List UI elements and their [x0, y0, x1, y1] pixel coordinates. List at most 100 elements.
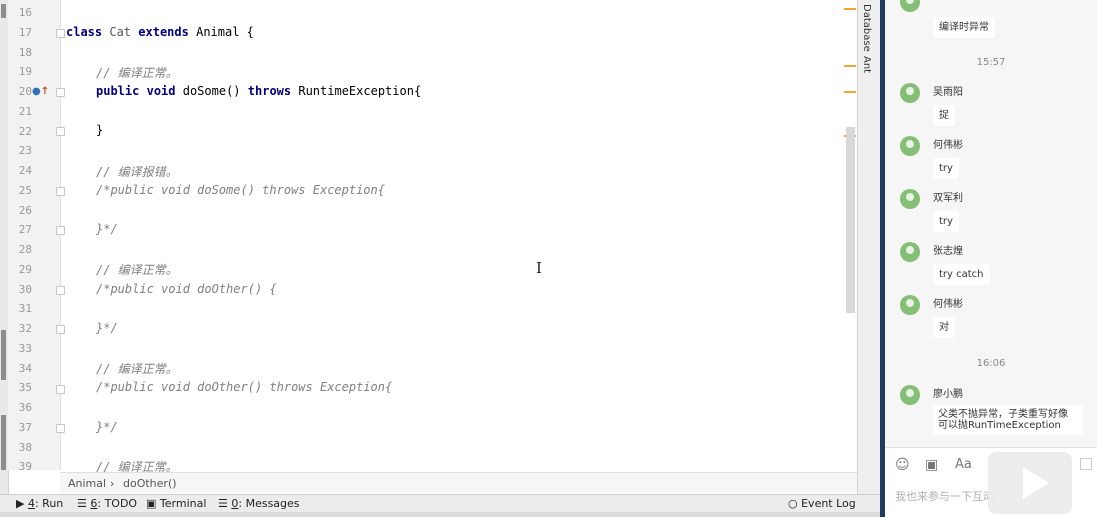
- fold-icon[interactable]: [56, 226, 65, 235]
- chat-bubble-line: 可以抛RunTimeException: [938, 420, 1061, 431]
- chat-bubble: 编译时异常: [933, 17, 995, 38]
- fold-icon[interactable]: [56, 187, 65, 196]
- chat-bubble: 父类不抛异常，子类重写好像 可以抛RunTimeException: [933, 405, 1083, 435]
- chat-bubble: try: [933, 158, 959, 179]
- code-close-brace: }: [96, 123, 104, 137]
- line-number: 24: [18, 164, 32, 177]
- event-log-tab[interactable]: ○ Event Log: [788, 497, 856, 510]
- chat-panel: 编译时异常 15:57 吴雨阳捉何伟彬 try 双军利 try 张志煌 try catch…: [885, 0, 1097, 517]
- terminal-icon: ▣: [146, 497, 157, 510]
- run-shortcut: 4: [27, 497, 35, 510]
- tool-tab-database[interactable]: Database: [861, 4, 872, 52]
- checkbox[interactable]: [1080, 458, 1092, 470]
- messages-label: : Messages: [238, 497, 300, 510]
- todo-tab[interactable]: ☰ 6: TODO: [77, 497, 137, 510]
- line-number: 39: [18, 460, 32, 474]
- right-tool-strip: Database Ant: [857, 0, 881, 494]
- tool-tab-ant[interactable]: Ant: [861, 56, 872, 73]
- play-icon[interactable]: [988, 452, 1072, 514]
- ide-window: 16 17 18 19 20 21 22 23 24 25 26 27 28 29 30 31 32 33 34 35…: [0, 0, 881, 517]
- terminal-label: Terminal: [159, 497, 207, 510]
- line-number: 37: [18, 420, 32, 434]
- text-cursor-icon: I: [536, 259, 542, 277]
- avatar: [900, 189, 920, 209]
- line-number: 34: [18, 361, 32, 375]
- image-icon[interactable]: ▣: [925, 457, 938, 473]
- line-number: 21: [18, 104, 32, 118]
- run-icon: ▶: [16, 497, 25, 510]
- fold-icon[interactable]: [56, 127, 65, 136]
- font-icon[interactable]: Aa: [955, 457, 972, 472]
- code-comment: // 编译正常。: [96, 66, 178, 80]
- keyword: void: [146, 84, 176, 98]
- terminal-tab[interactable]: ▣ Terminal: [146, 497, 206, 510]
- code-line-17: class Cat extends Animal {: [66, 25, 254, 39]
- run-label: : Run: [34, 497, 64, 510]
- line-number: 28: [18, 243, 32, 256]
- event-log-icon: ○: [788, 497, 798, 510]
- fold-icon[interactable]: [56, 286, 65, 295]
- line-number: 19: [18, 65, 32, 79]
- code-comment: /*public void doOther() {: [96, 282, 277, 296]
- tool-tab-favorites[interactable]: [1, 415, 6, 470]
- code-comment: }*/: [96, 222, 118, 236]
- chat-bubble: 对: [933, 317, 955, 338]
- breadcrumb-method[interactable]: doOther(): [123, 477, 177, 490]
- run-tab[interactable]: ▶ 4: Run: [16, 497, 63, 510]
- chat-sender-name: 廖小鹏: [933, 389, 963, 400]
- line-number-gutter: 16 17 18 19 20 21 22 23 24 25 26 27 28 29 30 31 32 33 34 35…: [8, 0, 65, 474]
- avatar: [900, 242, 920, 262]
- status-bar: [0, 512, 880, 517]
- chat-bubble: 捉: [933, 105, 955, 126]
- avatar: [900, 385, 920, 405]
- event-log-label: Event Log: [801, 497, 856, 510]
- chat-bubble: try catch: [933, 264, 990, 285]
- chat-sender-name: 张志煌: [933, 246, 963, 257]
- chat-sender-name: 吴雨阳: [933, 87, 963, 98]
- chat-bubble-line: 父类不抛异常，子类重写好像: [938, 409, 1068, 420]
- class-name: Cat: [109, 25, 132, 39]
- fold-icon[interactable]: [56, 325, 65, 334]
- chat-bubble: try: [933, 211, 959, 232]
- chat-timestamp: 16:06: [976, 358, 1006, 369]
- line-number: 29: [18, 262, 32, 276]
- error-stripe-marker[interactable]: [844, 65, 856, 67]
- method-name: doSome(): [182, 84, 241, 98]
- breadcrumb-class[interactable]: Animal: [68, 477, 106, 490]
- line-number: 20: [18, 85, 32, 98]
- fold-icon[interactable]: [56, 88, 65, 97]
- error-stripe-marker[interactable]: [844, 8, 856, 10]
- line-number: 16: [18, 6, 32, 19]
- tool-tab-project[interactable]: [1, 4, 6, 18]
- avatar: [900, 0, 920, 12]
- fold-icon[interactable]: [56, 385, 65, 394]
- chat-timestamp: 15:57: [976, 57, 1006, 68]
- keyword: extends: [138, 25, 189, 39]
- avatar: [900, 136, 920, 156]
- keyword: class: [66, 25, 103, 39]
- tool-tab-structure[interactable]: [1, 330, 6, 380]
- editor-scrollbar-thumb[interactable]: [846, 127, 855, 313]
- fold-icon[interactable]: [56, 29, 65, 38]
- messages-icon: ☰: [218, 497, 228, 510]
- code-line-20: public void doSome() throws RuntimeExcep…: [96, 84, 421, 98]
- code-comment: /*public void doSome() throws Exception{: [96, 183, 385, 197]
- line-number: 22: [18, 124, 32, 138]
- bottom-tool-bar: ▶ 4: Run ☰ 6: TODO ▣ Terminal ☰ 0: Messa…: [0, 494, 880, 513]
- code-editor[interactable]: class Cat extends Animal { // 编译正常。 publ…: [66, 0, 846, 474]
- emoji-icon[interactable]: ☺: [895, 457, 910, 473]
- messages-tab[interactable]: ☰ 0: Messages: [218, 497, 300, 510]
- list-icon: ☰: [77, 497, 87, 510]
- error-stripe-marker[interactable]: [844, 91, 856, 93]
- code-comment: // 编译报错。: [96, 165, 178, 179]
- line-number: 35: [18, 381, 32, 395]
- avatar: [900, 83, 920, 103]
- fold-icon[interactable]: [56, 424, 65, 433]
- line-number: 25: [18, 183, 32, 197]
- override-marker-icon[interactable]: ●↑: [32, 87, 49, 97]
- exception-type: RuntimeException{: [298, 84, 422, 98]
- code-comment: }*/: [96, 321, 118, 335]
- line-number: 31: [18, 302, 32, 316]
- line-number: 32: [18, 322, 32, 335]
- chat-input[interactable]: 我也来参与一下互动: [895, 488, 994, 504]
